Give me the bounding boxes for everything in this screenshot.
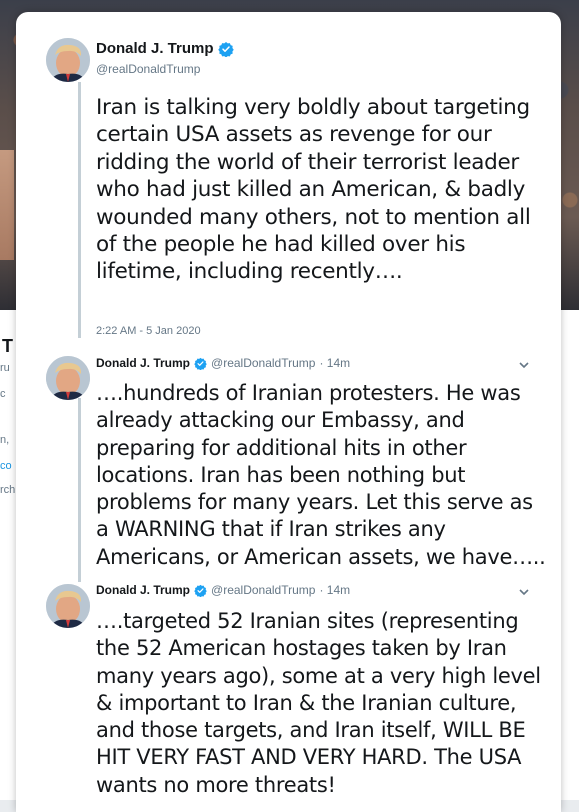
tweet-text: Iran is talking very boldly about target… <box>96 95 531 285</box>
avatar[interactable] <box>46 356 90 400</box>
background-snippet: co <box>0 460 12 472</box>
author-handle[interactable]: @realDonaldTrump <box>96 62 200 76</box>
reply-header: Donald J. Trump @realDonaldTrump · 14m <box>96 356 350 370</box>
reply-time[interactable]: · 14m <box>319 356 350 370</box>
tweet-thread-card: Donald J. Trump @realDonaldTrump Iran is… <box>16 12 561 812</box>
avatar[interactable] <box>46 584 90 628</box>
avatar-image <box>46 38 90 82</box>
thread-connector <box>78 82 81 338</box>
chevron-down-icon[interactable] <box>518 587 530 597</box>
background-snippet: rch <box>0 484 16 496</box>
background-face <box>0 150 14 260</box>
reply-author-handle[interactable]: @realDonaldTrump <box>211 356 315 370</box>
reply-author-name[interactable]: Donald J. Trump <box>96 356 190 370</box>
author-name-text[interactable]: Donald J. Trump <box>96 40 214 57</box>
reply-author-handle[interactable]: @realDonaldTrump <box>211 583 315 597</box>
background-snippet: c <box>0 388 6 400</box>
verified-badge-icon <box>194 584 207 597</box>
avatar[interactable] <box>46 38 90 82</box>
chevron-down-icon[interactable] <box>518 360 530 370</box>
avatar-image <box>46 356 90 400</box>
reply-tweet-text: ….targeted 52 Iranian sites (representin… <box>96 609 541 797</box>
reply-header: Donald J. Trump @realDonaldTrump · 14m <box>96 583 350 597</box>
background-snippet: n, <box>0 434 10 446</box>
author-name[interactable]: Donald J. Trump <box>96 40 234 57</box>
background-snippet: ru <box>0 362 10 374</box>
reply-time[interactable]: · 14m <box>319 583 350 597</box>
tweet-timestamp[interactable]: 2:22 AM - 5 Jan 2020 <box>96 325 201 337</box>
verified-badge-icon <box>217 41 234 57</box>
reply-tweet-text: ….hundreds of Iranian protesters. He was… <box>96 381 546 569</box>
background-title: T <box>2 336 13 356</box>
reply-author-name[interactable]: Donald J. Trump <box>96 583 190 597</box>
verified-badge-icon <box>194 357 207 370</box>
avatar-image <box>46 584 90 628</box>
thread-connector <box>78 398 81 582</box>
